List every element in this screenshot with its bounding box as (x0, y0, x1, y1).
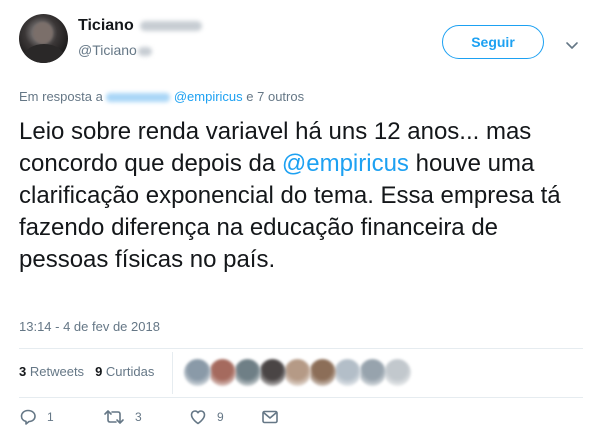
blurred-surname (139, 20, 202, 31)
liker-avatar[interactable] (284, 359, 311, 386)
retweet-icon (104, 410, 124, 424)
reply-context: Em resposta a @empiricus e 7 outros (19, 89, 304, 104)
tweet-text: Leio sobre renda variavel há uns 12 anos… (19, 116, 579, 276)
likes-stat[interactable]: 9 Curtidas (95, 364, 154, 379)
divider-bottom (19, 397, 583, 398)
author-name[interactable]: Ticiano (78, 17, 202, 35)
follow-button-label: Seguir (471, 34, 515, 50)
author-handle[interactable]: @Ticiano (78, 42, 152, 58)
liker-avatar[interactable] (209, 359, 236, 386)
reply-mention-empiricus[interactable]: @empiricus (174, 89, 243, 104)
retweets-stat[interactable]: 3 Retweets (19, 364, 84, 379)
retweet-button[interactable]: 3 (103, 408, 142, 426)
like-button[interactable]: 9 (189, 408, 224, 426)
reply-count: 1 (47, 410, 54, 424)
retweets-count: 3 (19, 364, 27, 379)
retweets-label: Retweets (29, 364, 85, 379)
reply-icon (20, 409, 36, 425)
avatar-face (33, 22, 53, 44)
reply-prefix: Em resposta a (19, 89, 103, 104)
avatar[interactable] (19, 14, 68, 63)
reply-button[interactable]: 1 (19, 408, 54, 426)
direct-message-icon (262, 410, 278, 424)
stats-divider (172, 352, 173, 394)
likes-label: Curtidas (105, 364, 155, 379)
likes-count: 9 (95, 364, 103, 379)
author-handle-text: @Ticiano (78, 42, 137, 58)
liker-avatar[interactable] (184, 359, 211, 386)
direct-message-button[interactable] (261, 408, 279, 426)
like-icon (190, 410, 206, 425)
liker-avatar[interactable] (384, 359, 411, 386)
like-count: 9 (217, 410, 224, 424)
tweet-mention-empiricus[interactable]: @empiricus (282, 150, 409, 177)
liker-avatar[interactable] (234, 359, 261, 386)
blurred-handle-suffix (137, 46, 152, 56)
more-options-button[interactable] (565, 38, 579, 49)
blurred-reply-mention[interactable] (105, 93, 170, 103)
divider-top (19, 348, 583, 349)
liker-avatar[interactable] (334, 359, 361, 386)
chevron-down-icon (566, 42, 578, 49)
follow-button[interactable]: Seguir (442, 25, 544, 59)
retweet-count: 3 (135, 410, 142, 424)
reply-suffix[interactable]: e 7 outros (246, 89, 304, 104)
author-first-name: Ticiano (78, 17, 134, 34)
liker-avatar[interactable] (259, 359, 286, 386)
engagement-stats: 3 Retweets 9 Curtidas (19, 364, 154, 379)
liker-avatar[interactable] (359, 359, 386, 386)
liker-avatar[interactable] (309, 359, 336, 386)
tweet-timestamp[interactable]: 13:14 - 4 de fev de 2018 (19, 319, 160, 334)
avatar-shoulders (24, 44, 64, 63)
